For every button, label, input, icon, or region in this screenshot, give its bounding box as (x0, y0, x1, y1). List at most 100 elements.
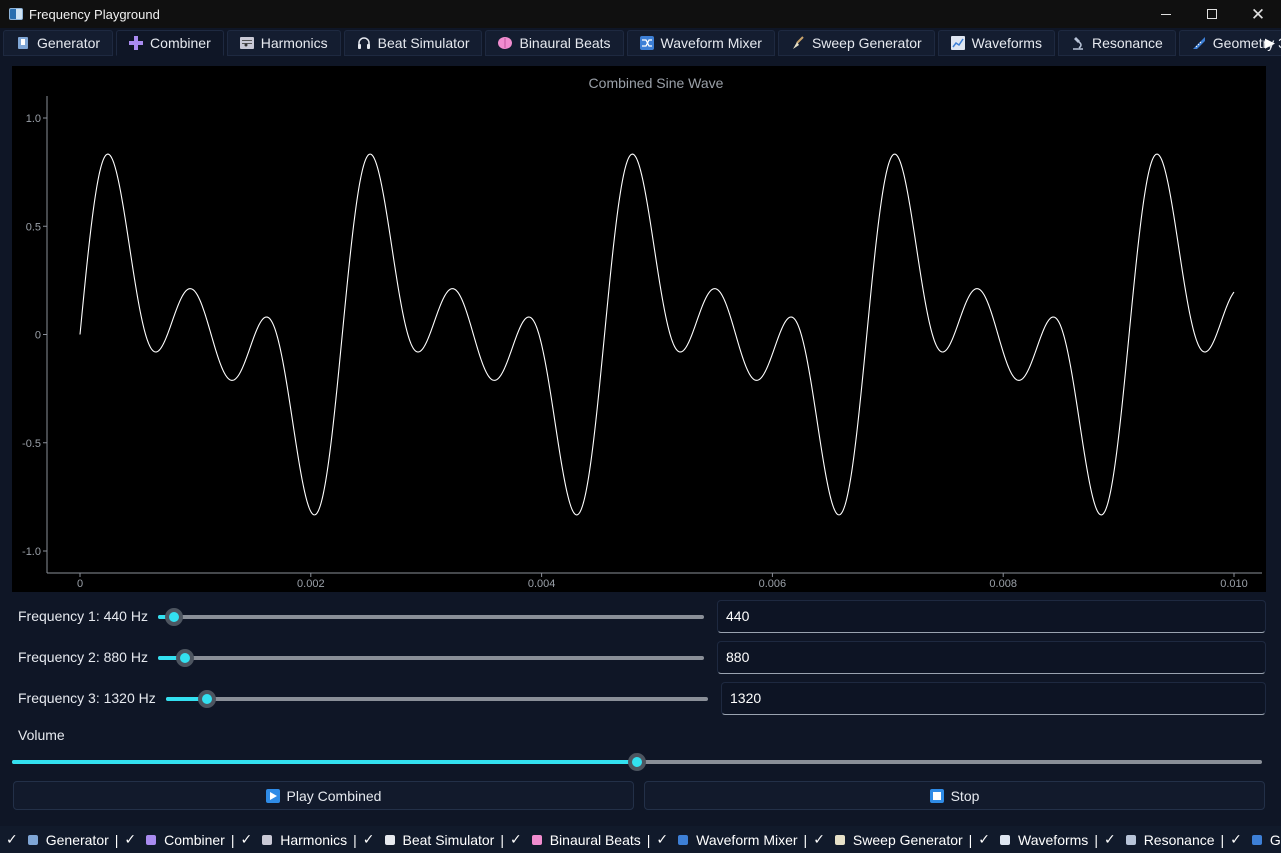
brain-icon (498, 36, 513, 50)
volume-label: Volume (18, 727, 65, 743)
stop-label: Stop (950, 787, 980, 804)
plus-icon (144, 833, 158, 847)
broom-icon (791, 36, 805, 50)
module-status-label: Waveforms (1018, 831, 1089, 848)
tab-label: Binaural Beats (519, 35, 611, 51)
status-separator: | (353, 831, 357, 848)
slider-thumb[interactable] (628, 753, 646, 771)
minimize-icon (1161, 13, 1171, 15)
frequency-row-2: Frequency 2: 880 Hz 880 (0, 641, 1281, 675)
status-separator: | (968, 831, 973, 848)
ruler-icon (1250, 833, 1264, 847)
module-status-label: Combiner (164, 831, 225, 848)
frequency-row-3: Frequency 3: 1320 Hz 1320 (0, 682, 1281, 716)
frequency-3-slider[interactable] (166, 690, 708, 708)
tab-bar: Generator Combiner Harmonics Beat Simula… (0, 30, 1281, 58)
frequency-1-slider[interactable] (158, 608, 704, 626)
minimize-button[interactable] (1143, 0, 1189, 28)
check-icon: ✓ (362, 831, 375, 847)
y-tick-label: -0.5 (22, 438, 41, 450)
y-tick-label: 1.0 (26, 113, 41, 125)
maximize-button[interactable] (1189, 0, 1235, 28)
close-icon: ✕ (1250, 4, 1266, 24)
microscope-icon (1071, 36, 1085, 50)
module-status-label: Binaural Beats (549, 831, 641, 848)
chevron-right-icon: ▶ (1265, 35, 1275, 50)
tab-resonance[interactable]: Resonance (1057, 30, 1176, 56)
module-status-item: ✓ Sweep Generator | (813, 831, 972, 848)
module-status-item: ✓ Geometry 3D (1230, 831, 1281, 848)
x-tick-label: 0.010 (1220, 578, 1248, 590)
stop-button[interactable]: Stop (644, 781, 1265, 810)
close-button[interactable]: ✕ (1235, 0, 1281, 28)
check-icon: ✓ (813, 831, 825, 847)
shuffle-icon (676, 833, 690, 847)
tab-harmonics[interactable]: Harmonics (226, 30, 341, 56)
status-separator: | (1220, 831, 1225, 848)
check-icon: ✓ (1230, 831, 1242, 847)
play-combined-button[interactable]: Play Combined (13, 781, 634, 810)
module-status-item: ✓ Waveforms | (978, 831, 1098, 848)
tab-binaural-beats[interactable]: Binaural Beats (485, 30, 624, 56)
check-icon: ✓ (978, 831, 991, 847)
check-icon: ✓ (656, 831, 669, 847)
status-separator: | (500, 831, 504, 848)
frequency-1-input[interactable]: 440 (717, 600, 1266, 633)
check-icon: ✓ (124, 831, 137, 847)
frequency-2-slider[interactable] (158, 649, 704, 667)
chart-icon (950, 36, 965, 50)
module-status-label: Harmonics (280, 831, 348, 848)
slider-thumb[interactable] (197, 690, 216, 708)
tab-label: Waveforms (971, 35, 1042, 51)
sheet-music-icon (260, 833, 274, 847)
maximize-icon (1207, 9, 1217, 19)
module-status-item: ✓ Waveform Mixer | (656, 831, 807, 848)
loaded-modules-strip: ✓ Generator | ✓ Combiner | ✓ Harmonics | ✓ Beat Si… (0, 826, 1281, 853)
module-status-label: Generator (45, 831, 109, 848)
x-tick-label: 0 (77, 578, 83, 590)
check-icon: ✓ (1103, 831, 1116, 847)
play-icon (265, 788, 280, 803)
tab-label: Combiner (150, 35, 211, 51)
slider-track (158, 615, 704, 619)
x-tick-label: 0.004 (528, 578, 556, 590)
window-controls: ✕ (1143, 0, 1281, 28)
combined-wave-line (79, 153, 1235, 516)
tab-generator[interactable]: Generator (3, 30, 114, 56)
frequency-2-label: Frequency 2: 880 Hz (18, 649, 148, 665)
tab-label: Beat Simulator (377, 35, 470, 51)
tab-sweep-generator[interactable]: Sweep Generator (777, 30, 935, 56)
status-separator: | (646, 831, 651, 848)
module-status-item: ✓ Binaural Beats | (510, 831, 650, 848)
tab-waveforms[interactable]: Waveforms (937, 30, 1055, 56)
status-separator: | (803, 831, 808, 848)
tab-label: Waveform Mixer (660, 35, 762, 51)
slider-thumb[interactable] (176, 649, 195, 667)
tab-label: Resonance (1091, 35, 1163, 51)
app-icon (9, 8, 23, 20)
stop-icon (929, 788, 944, 803)
play-combined-label: Play Combined (286, 787, 382, 804)
module-status-label: Geometry 3D (1269, 831, 1281, 848)
waveform-chart: Combined Sine Wave 1.0 0.5 0 -0.5 -1.0 0 0.00… (22, 75, 1262, 590)
status-separator: | (114, 831, 119, 848)
slider-track (158, 656, 704, 660)
tab-waveform-mixer[interactable]: Waveform Mixer (626, 30, 775, 56)
frequency-3-input[interactable]: 1320 (721, 682, 1266, 715)
slider-thumb[interactable] (165, 608, 184, 626)
tab-combiner[interactable]: Combiner (116, 30, 224, 56)
volume-slider[interactable] (12, 753, 1262, 771)
module-status-item: ✓ Combiner | (124, 831, 234, 848)
tab-beat-simulator[interactable]: Beat Simulator (343, 30, 483, 56)
frequency-2-input[interactable]: 880 (717, 641, 1266, 674)
x-tick-label: 0.008 (989, 578, 1017, 590)
slider-track (166, 697, 708, 701)
tab-scroll-right-button[interactable]: ▶ (1259, 30, 1281, 56)
title-bar: Frequency Playground ✕ (0, 0, 1281, 28)
headphones-icon (383, 833, 397, 847)
module-status-item: ✓ Harmonics | (241, 831, 357, 848)
x-tick-label: 0.006 (759, 578, 787, 590)
check-icon: ✓ (6, 831, 18, 847)
module-status-label: Sweep Generator (852, 831, 963, 848)
headphones-icon (357, 36, 371, 50)
